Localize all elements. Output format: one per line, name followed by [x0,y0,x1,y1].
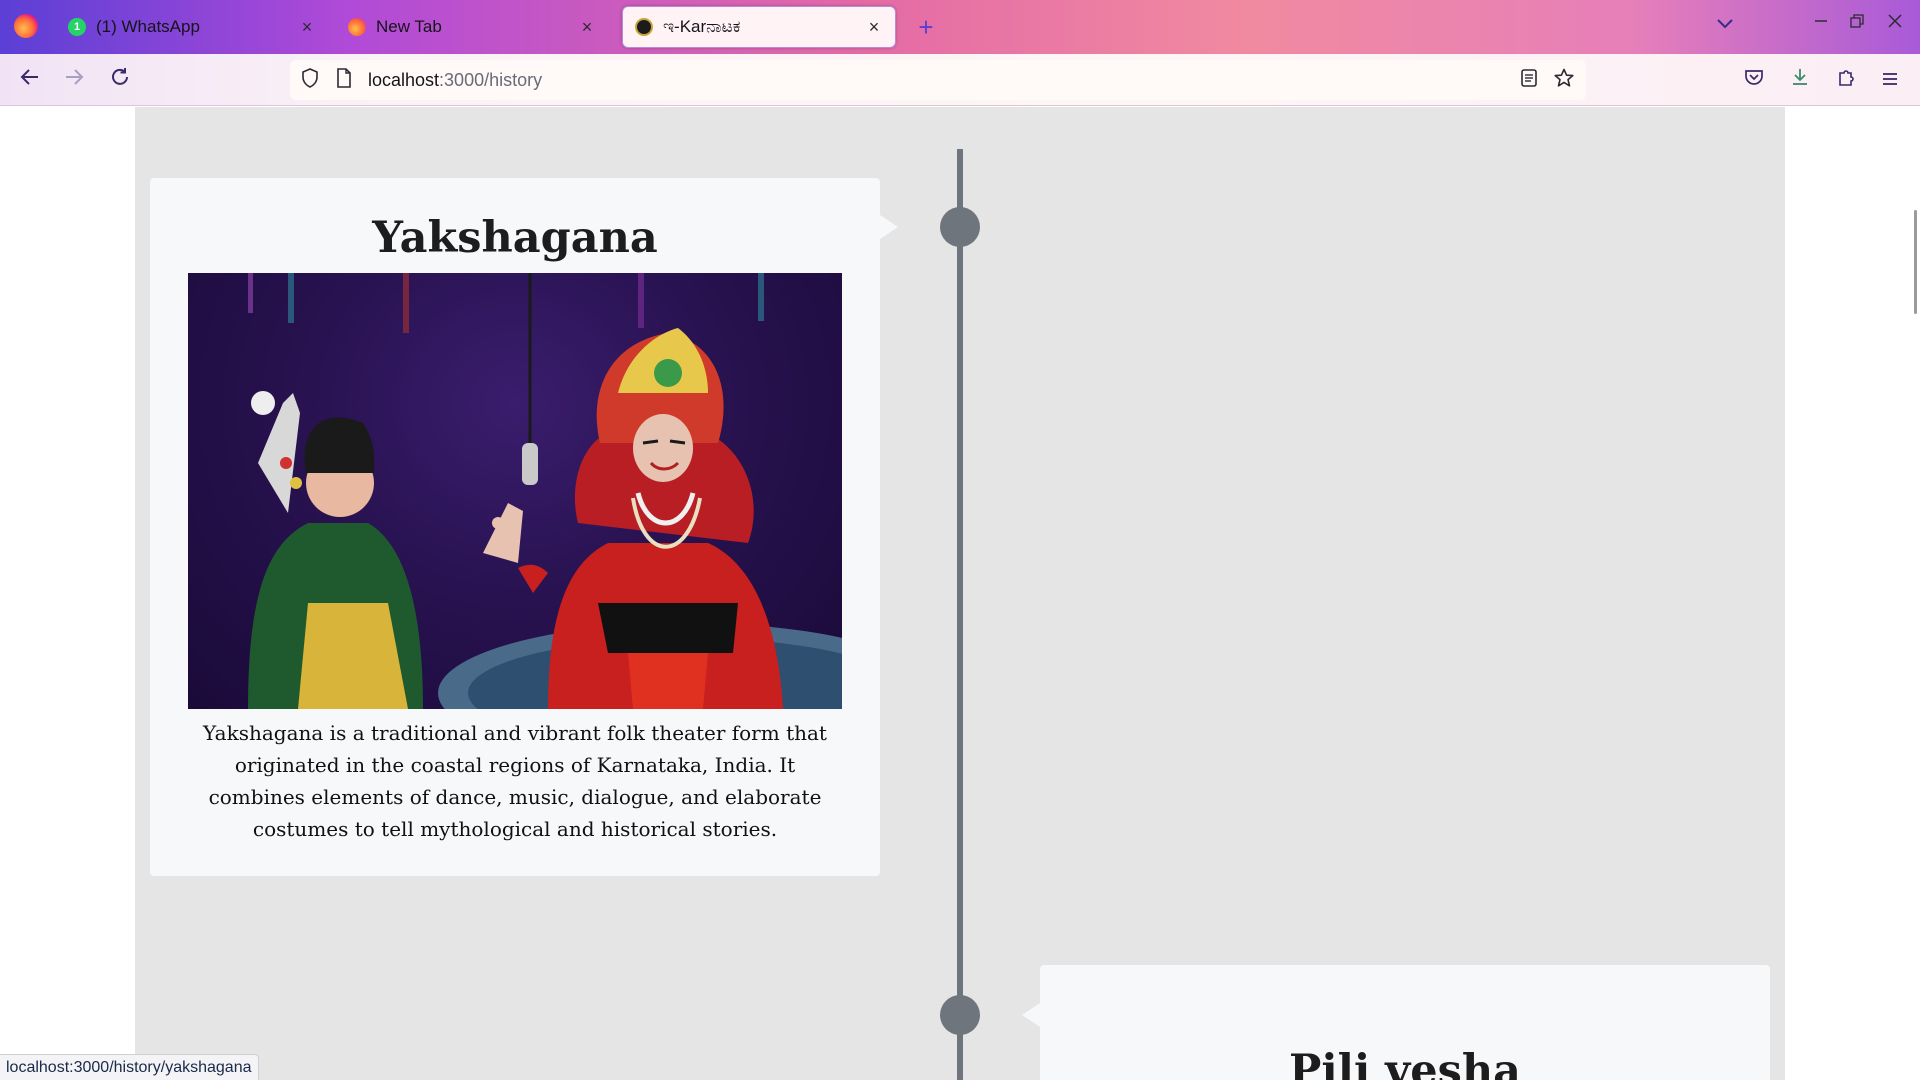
vertical-scrollbar[interactable] [1914,210,1917,314]
app-menu-icon[interactable] [1876,66,1904,94]
timeline-line [957,149,963,1080]
extensions-icon[interactable] [1832,66,1860,94]
tab-whatsapp[interactable]: 1 (1) WhatsApp × [56,6,328,48]
navigation-toolbar: localhost:3000/history [0,54,1920,106]
firefox-icon [348,18,366,36]
address-bar[interactable]: localhost:3000/history [290,60,1586,100]
timeline-node [940,207,980,247]
page-viewport: Yakshagana Yakshagana is a traditional a… [0,107,1920,1080]
card-title: Yakshagana [372,213,658,263]
tab-e-karnataka[interactable]: ಇ-Karನಾಟಕ × [622,6,896,48]
performers-illustration [248,273,842,709]
bookmark-star-icon[interactable] [1554,68,1574,93]
close-tab-icon[interactable]: × [865,17,883,38]
timeline-node [940,995,980,1035]
timeline-card-yakshagana[interactable]: Yakshagana Yakshagana is a traditional a… [150,178,880,876]
tab-title: ಇ-Karನಾಟಕ [663,17,741,36]
site-logo-icon [635,18,653,36]
card-title: Pili vesha [1289,1046,1521,1080]
card-pointer [880,215,898,239]
restore-button[interactable] [1842,12,1872,33]
page-info-icon[interactable] [332,67,356,93]
close-window-button[interactable] [1880,12,1910,33]
list-all-tabs-button[interactable] [1716,14,1734,35]
link-status-bar: localhost:3000/history/yakshagana [0,1054,259,1080]
card-description: Yakshagana is a traditional and vibrant … [203,721,827,841]
close-tab-icon[interactable]: × [578,17,596,38]
url-host: localhost [368,69,440,90]
whatsapp-icon: 1 [68,18,86,36]
downloads-icon[interactable] [1786,66,1814,94]
reader-view-icon[interactable] [1520,68,1538,93]
yakshagana-photo[interactable] [188,273,842,709]
tab-bar: 1 (1) WhatsApp × New Tab × ಇ-Karನಾಟಕ × + [0,0,1920,54]
pocket-icon[interactable] [1740,66,1768,94]
tab-title: (1) WhatsApp [96,17,200,36]
close-tab-icon[interactable]: × [298,17,316,38]
url-text[interactable]: localhost:3000/history [368,70,542,91]
tab-title: New Tab [376,17,442,36]
tracking-protection-shield-icon[interactable] [298,67,322,93]
card-pointer [1022,1003,1040,1027]
firefox-logo-icon[interactable] [14,14,38,38]
back-button[interactable] [16,66,44,94]
reload-button[interactable] [106,66,134,94]
url-path: :3000/history [439,69,543,90]
minimize-button[interactable] [1806,12,1836,33]
forward-button[interactable] [60,66,88,94]
timeline-card-pili-vesha[interactable]: Pili vesha [1040,965,1770,1080]
tab-new-tab[interactable]: New Tab × [336,6,608,48]
new-tab-button[interactable]: + [914,12,938,42]
